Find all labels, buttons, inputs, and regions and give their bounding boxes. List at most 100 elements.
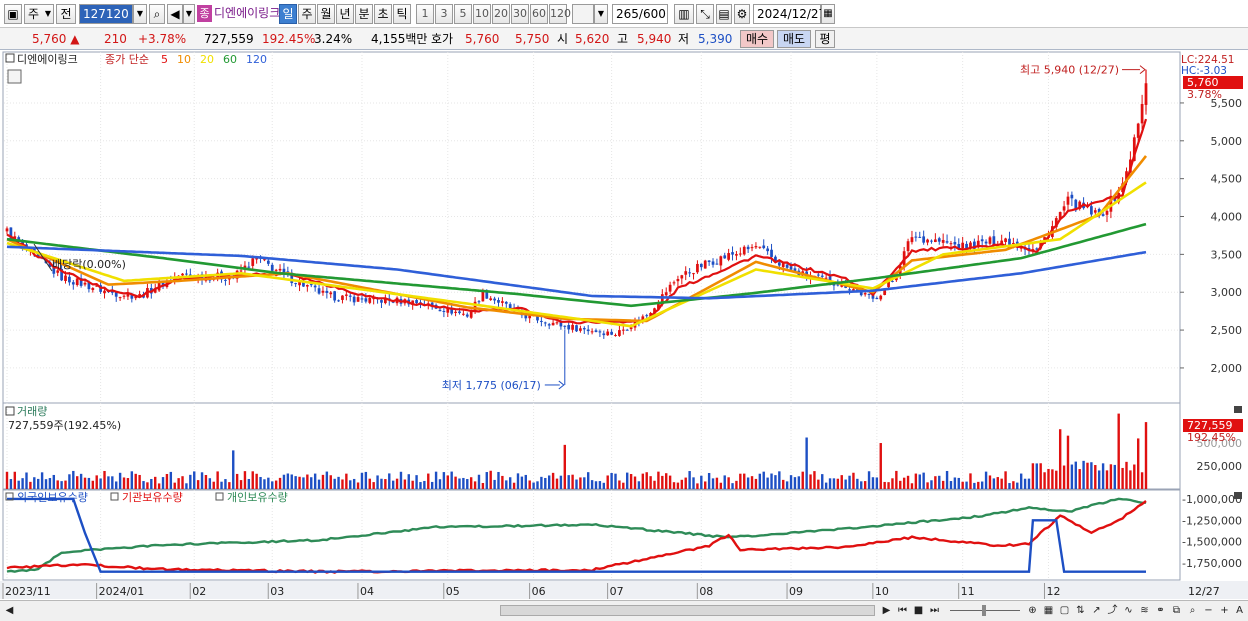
period-tab[interactable]: 월 bbox=[317, 4, 335, 24]
save-button[interactable]: ▤ bbox=[716, 4, 732, 24]
link-icon[interactable]: ⚭ bbox=[1154, 604, 1167, 617]
volume-bar bbox=[1140, 472, 1144, 489]
volume-bar bbox=[501, 475, 504, 489]
candle-body bbox=[735, 254, 738, 256]
volume-bar bbox=[1133, 464, 1136, 489]
plus-icon[interactable]: + bbox=[1218, 604, 1231, 617]
volume-bar bbox=[544, 477, 547, 489]
candle-body bbox=[582, 328, 586, 330]
candle-body bbox=[816, 274, 820, 276]
volume-bar bbox=[489, 470, 492, 489]
box-icon[interactable]: ▢ bbox=[1058, 604, 1071, 617]
market-select[interactable]: 주 ▼ bbox=[24, 4, 54, 24]
interval-button[interactable]: 60 bbox=[530, 4, 548, 24]
arrow-tool-icon[interactable]: ↗ bbox=[1090, 604, 1103, 617]
interval-button[interactable]: 1 bbox=[416, 4, 434, 24]
volume-tick-label: 250,000 bbox=[1197, 460, 1243, 473]
period-tab[interactable]: 일 bbox=[279, 4, 297, 24]
volume-bar bbox=[770, 473, 773, 489]
last-button[interactable]: ⏭ bbox=[928, 604, 941, 617]
sell-button[interactable]: 매도 bbox=[777, 30, 811, 48]
interval-button[interactable]: 5 bbox=[454, 4, 472, 24]
period-tab[interactable]: 초 bbox=[374, 4, 392, 24]
scroll-left-button[interactable]: ◀ bbox=[3, 604, 16, 617]
low-annotation: 최저 1,775 (06/17) bbox=[442, 379, 541, 392]
interval-button[interactable]: 30 bbox=[511, 4, 529, 24]
compare-icon[interactable]: ⇅ bbox=[1074, 604, 1087, 617]
candle-body bbox=[668, 284, 672, 292]
stock-code-input[interactable]: 127120 bbox=[79, 4, 133, 24]
zoom-icon[interactable]: ⌕ bbox=[1186, 604, 1199, 617]
grid-icon[interactable]: ▦ bbox=[1042, 604, 1055, 617]
period-tab[interactable]: 틱 bbox=[393, 4, 411, 24]
prev-button[interactable]: 전 bbox=[56, 4, 76, 24]
volume-bar bbox=[497, 471, 500, 489]
fibo-icon[interactable]: ≋ bbox=[1138, 604, 1151, 617]
candle-body bbox=[1101, 214, 1105, 216]
draw-tool-button[interactable]: ⤡ bbox=[696, 4, 714, 24]
stock-chart[interactable]: 2,0002,5003,0003,5004,0004,5005,0005,500… bbox=[0, 50, 1248, 600]
settings-button[interactable]: ⚙ bbox=[734, 4, 750, 24]
text-tool-icon[interactable]: A bbox=[1233, 604, 1246, 617]
stop-button[interactable]: ■ bbox=[912, 604, 925, 617]
volume-bar bbox=[750, 476, 754, 489]
volume-bar bbox=[313, 473, 317, 489]
code-dropdown-button[interactable]: ▼ bbox=[133, 4, 147, 24]
first-button[interactable]: ⏮ bbox=[896, 604, 909, 617]
candle-body bbox=[270, 264, 274, 271]
interval-button[interactable]: 20 bbox=[492, 4, 510, 24]
interval-custom-input[interactable] bbox=[572, 4, 594, 24]
candle-body bbox=[282, 268, 286, 273]
candle-body bbox=[754, 246, 758, 248]
period-tab[interactable]: 분 bbox=[355, 4, 373, 24]
volume-bar bbox=[828, 478, 832, 489]
volume-bar bbox=[200, 472, 204, 489]
period-tab[interactable]: 주 bbox=[298, 4, 316, 24]
search-button[interactable]: ⌕ bbox=[149, 4, 165, 24]
price-tick-label: 3,000 bbox=[1211, 286, 1243, 299]
volume-close-icon bbox=[1234, 406, 1242, 413]
low-price: 5,390 bbox=[698, 32, 733, 46]
scroll-thumb[interactable] bbox=[500, 605, 875, 616]
copy-icon[interactable]: ⧉ bbox=[1170, 604, 1183, 617]
trend-icon[interactable]: ⤴ bbox=[1106, 604, 1119, 617]
wave-icon[interactable]: ∿ bbox=[1122, 604, 1135, 617]
ma-legend-prefix: 종가 단순 bbox=[105, 53, 149, 66]
crosshair-icon[interactable]: ⊕ bbox=[1026, 604, 1039, 617]
candle-body bbox=[266, 260, 270, 264]
candle-body bbox=[185, 273, 188, 275]
volume-bar bbox=[345, 473, 348, 489]
volume-bar bbox=[782, 479, 785, 489]
buy-button[interactable]: 매수 bbox=[740, 30, 774, 48]
volume-bar bbox=[115, 481, 118, 489]
volume-bar bbox=[306, 474, 309, 489]
sound-button[interactable]: ◀ bbox=[167, 4, 183, 24]
sound-dropdown-button[interactable]: ▼ bbox=[183, 4, 195, 24]
candle-body bbox=[224, 279, 227, 281]
volume-bar bbox=[590, 480, 594, 489]
date-input[interactable]: 2024/12/27 bbox=[753, 4, 826, 24]
eval-button[interactable]: 평 bbox=[815, 30, 835, 48]
volume-bar bbox=[727, 477, 730, 489]
volume-bar bbox=[146, 482, 149, 489]
volume-bar bbox=[1078, 469, 1081, 489]
candle-body bbox=[251, 258, 255, 266]
minus-icon[interactable]: − bbox=[1202, 604, 1215, 617]
scroll-right-button[interactable]: ▶ bbox=[880, 604, 893, 617]
candle-type-button[interactable]: ▥ bbox=[674, 4, 694, 24]
candle-body bbox=[239, 270, 243, 272]
interval-button[interactable]: 10 bbox=[473, 4, 491, 24]
candle-body bbox=[83, 282, 87, 285]
volume-bar bbox=[988, 475, 992, 489]
interval-button[interactable]: 120 bbox=[549, 4, 571, 24]
interval-dropdown-button[interactable]: ▼ bbox=[594, 4, 608, 24]
interval-button[interactable]: 3 bbox=[435, 4, 453, 24]
volume-bar bbox=[13, 471, 17, 489]
volume-bar bbox=[852, 472, 855, 489]
period-tab[interactable]: 년 bbox=[336, 4, 354, 24]
zoom-slider-handle[interactable] bbox=[982, 605, 986, 616]
volume-bar bbox=[965, 481, 968, 489]
calendar-button[interactable]: ▦ bbox=[821, 4, 835, 24]
bar-count-field[interactable]: 265/600 bbox=[612, 4, 668, 24]
window-menu-button[interactable]: ▣ bbox=[4, 4, 22, 24]
